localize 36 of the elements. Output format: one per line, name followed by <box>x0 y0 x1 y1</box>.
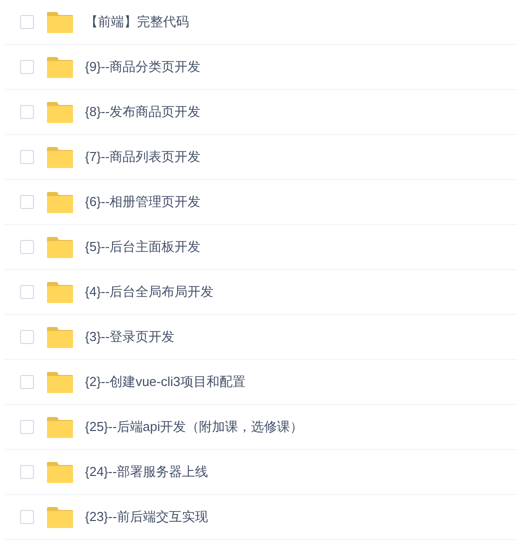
checkbox[interactable] <box>20 105 34 119</box>
folder-icon <box>47 56 73 78</box>
folder-name[interactable]: {23}--前后端交互实现 <box>85 507 208 527</box>
folder-icon <box>47 416 73 438</box>
folder-icon <box>47 462 73 482</box>
checkbox[interactable] <box>20 330 34 344</box>
folder-icon <box>47 282 73 302</box>
folder-icon <box>47 372 73 392</box>
checkbox[interactable] <box>20 420 34 434</box>
folder-icon <box>47 326 73 348</box>
folder-name[interactable]: {3}--登录页开发 <box>85 327 175 347</box>
folder-name[interactable]: {5}--后台主面板开发 <box>85 237 201 257</box>
folder-name[interactable]: {24}--部署服务器上线 <box>85 462 208 482</box>
folder-name[interactable]: {8}--发布商品页开发 <box>85 102 201 122</box>
checkbox[interactable] <box>20 510 34 524</box>
folder-icon <box>47 506 73 528</box>
checkbox[interactable] <box>20 195 34 209</box>
folder-icon <box>47 146 73 168</box>
folder-name[interactable]: {9}--商品分类页开发 <box>85 57 201 77</box>
folder-name[interactable]: 【前端】完整代码 <box>85 12 189 32</box>
folder-icon <box>47 12 73 32</box>
folder-name[interactable]: {6}--相册管理页开发 <box>85 192 201 212</box>
checkbox[interactable] <box>20 60 34 74</box>
checkbox[interactable] <box>20 465 34 479</box>
folder-name[interactable]: {2}--创建vue-cli3项目和配置 <box>85 372 246 392</box>
folder-icon <box>47 102 73 122</box>
checkbox[interactable] <box>20 375 34 389</box>
folder-name[interactable]: {7}--商品列表页开发 <box>85 147 201 167</box>
checkbox[interactable] <box>20 150 34 164</box>
folder-icon <box>47 236 73 258</box>
checkbox[interactable] <box>20 285 34 299</box>
folder-name[interactable]: {4}--后台全局布局开发 <box>85 282 214 302</box>
folder-name[interactable]: {25}--后端api开发（附加课，选修课） <box>85 417 304 437</box>
folder-icon <box>47 192 73 212</box>
checkbox[interactable] <box>20 240 34 254</box>
checkbox[interactable] <box>20 15 34 29</box>
